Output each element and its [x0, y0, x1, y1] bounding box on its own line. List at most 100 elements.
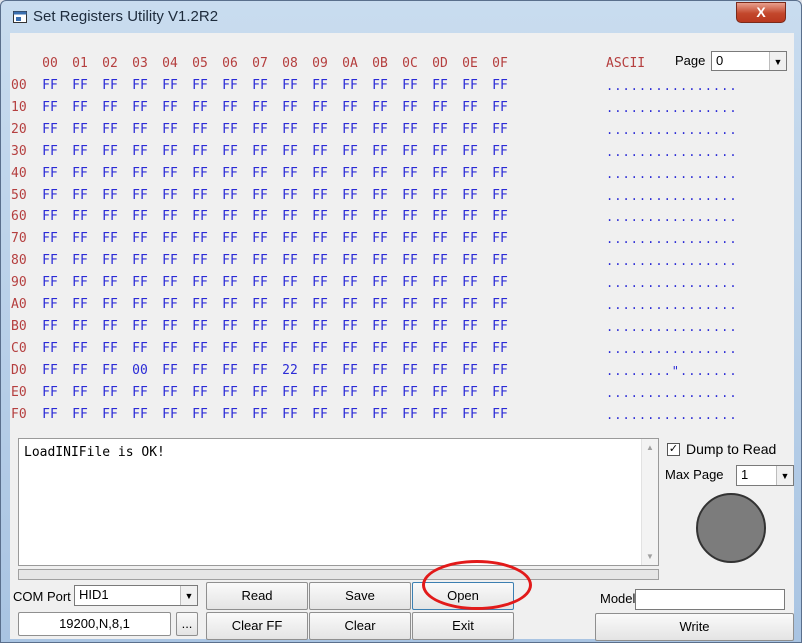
register-cell[interactable]: FF — [280, 407, 300, 422]
register-cell[interactable]: FF — [160, 275, 180, 290]
register-cell[interactable]: FF — [40, 341, 60, 356]
register-cell[interactable]: FF — [190, 122, 210, 137]
register-cell[interactable]: FF — [340, 319, 360, 334]
register-cell[interactable]: FF — [430, 188, 450, 203]
register-cell[interactable]: FF — [340, 231, 360, 246]
register-cell[interactable]: FF — [370, 100, 390, 115]
register-cell[interactable]: FF — [190, 297, 210, 312]
register-cell[interactable]: FF — [490, 100, 510, 115]
register-cell[interactable]: FF — [40, 319, 60, 334]
register-cell[interactable]: FF — [430, 122, 450, 137]
register-cell[interactable]: FF — [220, 253, 240, 268]
register-cell[interactable]: FF — [370, 166, 390, 181]
register-cell[interactable]: FF — [220, 209, 240, 224]
register-cell[interactable]: FF — [340, 385, 360, 400]
register-cell[interactable]: FF — [250, 122, 270, 137]
register-cell[interactable]: FF — [40, 407, 60, 422]
register-cell[interactable]: FF — [160, 407, 180, 422]
register-cell[interactable]: FF — [70, 188, 90, 203]
register-cell[interactable]: FF — [70, 100, 90, 115]
scroll-up-icon[interactable]: ▲ — [642, 443, 658, 452]
register-cell[interactable]: FF — [310, 100, 330, 115]
write-button[interactable]: Write — [595, 613, 794, 641]
register-cell[interactable]: FF — [100, 188, 120, 203]
register-cell[interactable]: FF — [280, 341, 300, 356]
register-cell[interactable]: FF — [40, 385, 60, 400]
register-cell[interactable]: FF — [220, 78, 240, 93]
chevron-down-icon[interactable]: ▼ — [769, 52, 786, 70]
register-cell[interactable]: FF — [460, 188, 480, 203]
dump-to-read-checkbox[interactable]: ✓ — [667, 443, 680, 456]
register-cell[interactable]: FF — [220, 341, 240, 356]
register-cell[interactable]: FF — [70, 385, 90, 400]
register-cell[interactable]: FF — [460, 275, 480, 290]
register-cell[interactable]: FF — [160, 166, 180, 181]
register-cell[interactable]: FF — [250, 166, 270, 181]
log-box[interactable]: LoadINIFile is OK! ▲ ▼ — [18, 438, 659, 566]
register-cell[interactable]: FF — [40, 275, 60, 290]
register-cell[interactable]: FF — [70, 297, 90, 312]
register-cell[interactable]: FF — [490, 297, 510, 312]
register-cell[interactable]: FF — [370, 144, 390, 159]
register-cell[interactable]: FF — [310, 407, 330, 422]
register-cell[interactable]: FF — [220, 231, 240, 246]
register-cell[interactable]: FF — [370, 275, 390, 290]
register-cell[interactable]: FF — [310, 363, 330, 378]
register-cell[interactable]: FF — [280, 78, 300, 93]
register-cell[interactable]: FF — [400, 188, 420, 203]
register-cell[interactable]: FF — [340, 363, 360, 378]
register-cell[interactable]: FF — [400, 407, 420, 422]
register-cell[interactable]: FF — [310, 209, 330, 224]
register-cell[interactable]: FF — [400, 341, 420, 356]
register-cell[interactable]: FF — [220, 297, 240, 312]
register-cell[interactable]: FF — [460, 231, 480, 246]
register-cell[interactable]: FF — [70, 144, 90, 159]
register-cell[interactable]: FF — [160, 100, 180, 115]
clear-ff-button[interactable]: Clear FF — [206, 612, 308, 640]
register-cell[interactable]: FF — [160, 144, 180, 159]
register-cell[interactable]: FF — [130, 231, 150, 246]
com-port-select[interactable]: HID1 ▼ — [74, 585, 198, 606]
register-cell[interactable]: FF — [100, 297, 120, 312]
register-cell[interactable]: FF — [160, 122, 180, 137]
register-cell[interactable]: FF — [310, 78, 330, 93]
register-cell[interactable]: FF — [130, 78, 150, 93]
register-cell[interactable]: FF — [190, 231, 210, 246]
register-cell[interactable]: FF — [70, 122, 90, 137]
register-cell[interactable]: FF — [430, 166, 450, 181]
register-cell[interactable]: FF — [490, 363, 510, 378]
register-cell[interactable]: FF — [70, 253, 90, 268]
register-cell[interactable]: FF — [130, 253, 150, 268]
register-cell[interactable]: FF — [190, 275, 210, 290]
register-cell[interactable]: FF — [370, 188, 390, 203]
register-cell[interactable]: FF — [160, 188, 180, 203]
register-cell[interactable]: FF — [250, 231, 270, 246]
register-cell[interactable]: FF — [310, 253, 330, 268]
register-cell[interactable]: FF — [70, 319, 90, 334]
register-cell[interactable]: FF — [340, 144, 360, 159]
register-cell[interactable]: FF — [310, 297, 330, 312]
register-cell[interactable]: FF — [370, 385, 390, 400]
register-cell[interactable]: FF — [130, 209, 150, 224]
register-cell[interactable]: FF — [400, 253, 420, 268]
register-cell[interactable]: FF — [400, 231, 420, 246]
register-cell[interactable]: FF — [460, 319, 480, 334]
register-cell[interactable]: FF — [280, 275, 300, 290]
register-cell[interactable]: FF — [400, 319, 420, 334]
register-cell[interactable]: FF — [430, 231, 450, 246]
register-cell[interactable]: FF — [460, 253, 480, 268]
max-page-select[interactable]: 1 ▼ — [736, 465, 794, 486]
register-cell[interactable]: FF — [130, 166, 150, 181]
register-cell[interactable]: FF — [490, 122, 510, 137]
register-cell[interactable]: FF — [40, 100, 60, 115]
register-cell[interactable]: FF — [220, 363, 240, 378]
register-cell[interactable]: FF — [340, 209, 360, 224]
register-cell[interactable]: FF — [460, 209, 480, 224]
register-cell[interactable]: FF — [130, 144, 150, 159]
register-cell[interactable]: FF — [490, 78, 510, 93]
register-cell[interactable]: FF — [280, 144, 300, 159]
register-cell[interactable]: FF — [370, 78, 390, 93]
register-cell[interactable]: FF — [100, 253, 120, 268]
register-cell[interactable]: FF — [130, 407, 150, 422]
register-cell[interactable]: FF — [130, 297, 150, 312]
